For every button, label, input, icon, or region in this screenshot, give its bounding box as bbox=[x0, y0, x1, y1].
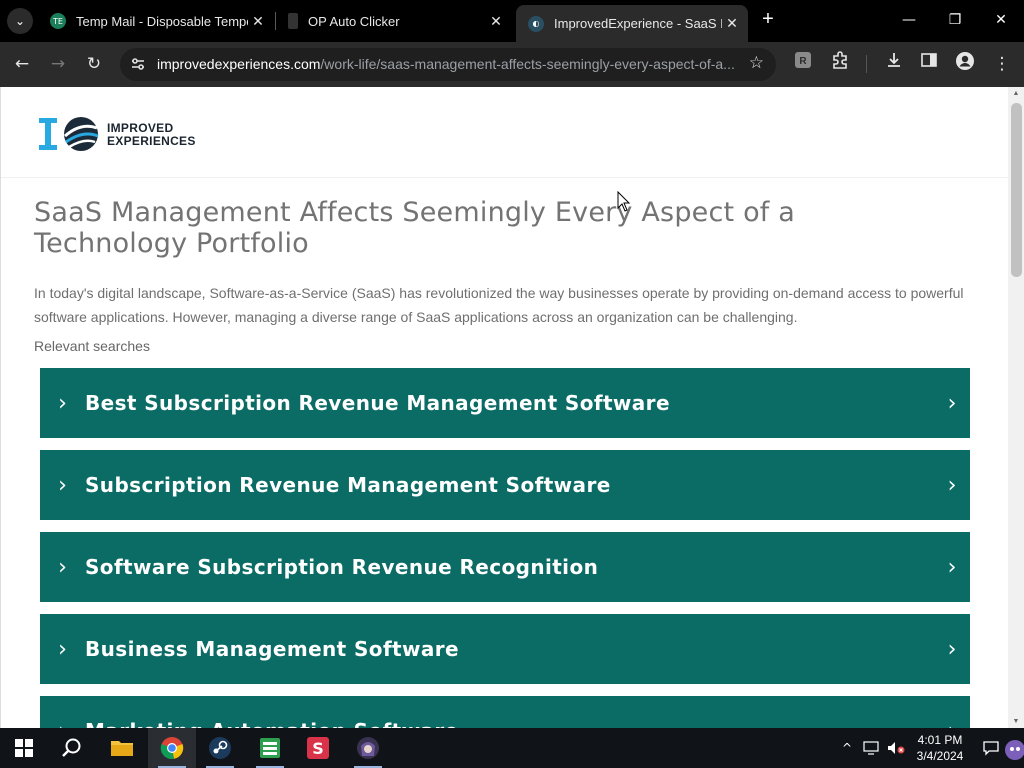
svg-text:R: R bbox=[799, 56, 807, 67]
relevant-searches-list: › Best Subscription Revenue Management S… bbox=[40, 368, 970, 728]
url-text[interactable]: improvedexperiences.com/work-life/saas-m… bbox=[157, 56, 737, 72]
logo-wordmark: IMPROVED EXPERIENCES bbox=[107, 122, 196, 148]
address-bar[interactable]: improvedexperiences.com/work-life/saas-m… bbox=[120, 48, 776, 81]
chrome-icon[interactable] bbox=[148, 728, 196, 768]
start-icon[interactable] bbox=[0, 728, 48, 768]
search-link-button[interactable]: › Marketing Automation Software › bbox=[40, 696, 970, 728]
new-tab-button[interactable]: + bbox=[758, 9, 778, 31]
chevron-right-icon: › bbox=[947, 390, 957, 416]
tab-improved-experience[interactable]: ◐ ImprovedExperience - SaaS Management ✕ bbox=[516, 5, 748, 42]
chevron-right-icon: › bbox=[947, 554, 957, 580]
scroll-up-arrow-icon[interactable]: ▲ bbox=[1011, 90, 1021, 97]
relevant-searches-label: Relevant searches bbox=[34, 338, 150, 354]
minimize-button[interactable]: — bbox=[896, 8, 922, 32]
tab-strip: ⌄ TE Temp Mail - Disposable Temporary Em… bbox=[0, 0, 1024, 42]
tab-search-menu-icon[interactable]: ⌄ bbox=[7, 8, 33, 34]
temp-mail-favicon-icon: TE bbox=[50, 13, 66, 29]
scroll-down-arrow-icon[interactable]: ▼ bbox=[1011, 718, 1021, 725]
side-panel-icon[interactable] bbox=[916, 51, 942, 77]
close-tab-icon[interactable]: ✕ bbox=[486, 13, 506, 30]
chevron-right-icon: › bbox=[934, 719, 970, 729]
logo-line-2: EXPERIENCES bbox=[107, 134, 196, 148]
show-hidden-icons-chevron-icon[interactable]: ^ bbox=[838, 728, 856, 768]
anime-app-icon[interactable] bbox=[344, 728, 392, 768]
extension-r-icon[interactable]: R bbox=[790, 51, 816, 77]
tab-title: OP Auto Clicker bbox=[308, 13, 400, 29]
steam-icon[interactable] bbox=[196, 728, 244, 768]
search-link-label: Business Management Software bbox=[85, 637, 460, 661]
browser-toolbar: ← → ↻ improvedexperiences.com/work-life/… bbox=[0, 42, 1024, 87]
system-clock[interactable]: 4:01 PM 3/4/2024 bbox=[912, 732, 968, 764]
site-info-icon[interactable] bbox=[130, 56, 146, 72]
tab-temp-mail[interactable]: TE Temp Mail - Disposable Temporary Emai… bbox=[38, 5, 274, 37]
search-link-label: Marketing Automation Software bbox=[85, 719, 934, 728]
chevron-right-icon: › bbox=[58, 554, 67, 580]
scrollbar-thumb[interactable] bbox=[1011, 103, 1022, 277]
assistant-avatar-icon[interactable] bbox=[1002, 728, 1024, 768]
improved-experience-favicon-icon: ◐ bbox=[528, 15, 544, 32]
article-headline: SaaS Management Affects Seemingly Every … bbox=[34, 197, 796, 259]
mouse-cursor-icon bbox=[617, 191, 631, 212]
clock-time: 4:01 PM bbox=[917, 733, 963, 747]
chevron-right-icon: › bbox=[947, 472, 957, 498]
page-scrollbar[interactable]: ▲ ▼ bbox=[1008, 87, 1024, 728]
profile-avatar-icon[interactable] bbox=[952, 51, 978, 77]
improved-experiences-logo-icon bbox=[39, 117, 99, 151]
chevron-right-icon: › bbox=[58, 636, 67, 662]
site-logo[interactable]: IMPROVED EXPERIENCES bbox=[37, 114, 195, 158]
search-link-label: Software Subscription Revenue Recognitio… bbox=[85, 555, 599, 579]
restore-button[interactable]: ❐ bbox=[942, 8, 968, 32]
chevron-right-icon: › bbox=[40, 719, 85, 729]
tab-title: ImprovedExperience - SaaS Management bbox=[554, 16, 722, 31]
toolbar-divider bbox=[866, 55, 867, 73]
article-intro: In today's digital landscape, Software-a… bbox=[34, 285, 964, 325]
windows-taskbar: S ^ 4:01 PM 3/4/2024 bbox=[0, 728, 1024, 768]
chevron-right-icon: › bbox=[58, 390, 67, 416]
search-link-button[interactable]: › Software Subscription Revenue Recognit… bbox=[40, 532, 970, 602]
web-page: IMPROVED EXPERIENCES SaaS Management Aff… bbox=[0, 87, 1008, 728]
clock-date: 3/4/2024 bbox=[916, 749, 964, 763]
search-icon[interactable] bbox=[48, 728, 96, 768]
spreadsheet-icon[interactable] bbox=[246, 728, 294, 768]
close-tab-icon[interactable]: ✕ bbox=[722, 15, 742, 32]
search-link-button[interactable]: › Business Management Software › bbox=[40, 614, 970, 684]
extensions-puzzle-icon[interactable] bbox=[827, 51, 853, 77]
op-auto-clicker-favicon-icon bbox=[288, 13, 298, 29]
header-divider bbox=[1, 177, 1008, 178]
download-icon[interactable] bbox=[881, 51, 907, 77]
search-link-button[interactable]: › Best Subscription Revenue Management S… bbox=[40, 368, 970, 438]
url-domain: improvedexperiences.com bbox=[157, 56, 321, 72]
tab-title: Temp Mail - Disposable Temporary Email bbox=[76, 13, 248, 29]
forward-arrow-icon[interactable]: → bbox=[45, 51, 71, 77]
notifications-icon[interactable] bbox=[980, 728, 1002, 768]
network-icon[interactable] bbox=[860, 728, 882, 768]
search-link-label: Subscription Revenue Management Software bbox=[85, 473, 611, 497]
search-link-button[interactable]: › Subscription Revenue Management Softwa… bbox=[40, 450, 970, 520]
url-path: /work-life/saas-management-affects-seemi… bbox=[320, 56, 735, 72]
close-window-button[interactable]: ✕ bbox=[988, 8, 1014, 32]
app-s-icon[interactable]: S bbox=[294, 728, 342, 768]
bookmark-star-icon[interactable]: ☆ bbox=[749, 53, 764, 73]
chevron-right-icon: › bbox=[58, 472, 67, 498]
reload-icon[interactable]: ↻ bbox=[81, 51, 107, 77]
chevron-right-icon: › bbox=[947, 636, 957, 662]
file-explorer-icon[interactable] bbox=[98, 728, 146, 768]
back-arrow-icon[interactable]: ← bbox=[9, 51, 35, 77]
tab-op-auto-clicker[interactable]: OP Auto Clicker ✕ bbox=[276, 5, 512, 37]
svg-text:S: S bbox=[312, 739, 324, 758]
close-tab-icon[interactable]: ✕ bbox=[248, 13, 268, 30]
menu-kebab-icon[interactable]: ⋮ bbox=[989, 51, 1015, 77]
volume-muted-icon[interactable] bbox=[884, 728, 908, 768]
search-link-label: Best Subscription Revenue Management Sof… bbox=[85, 391, 670, 415]
